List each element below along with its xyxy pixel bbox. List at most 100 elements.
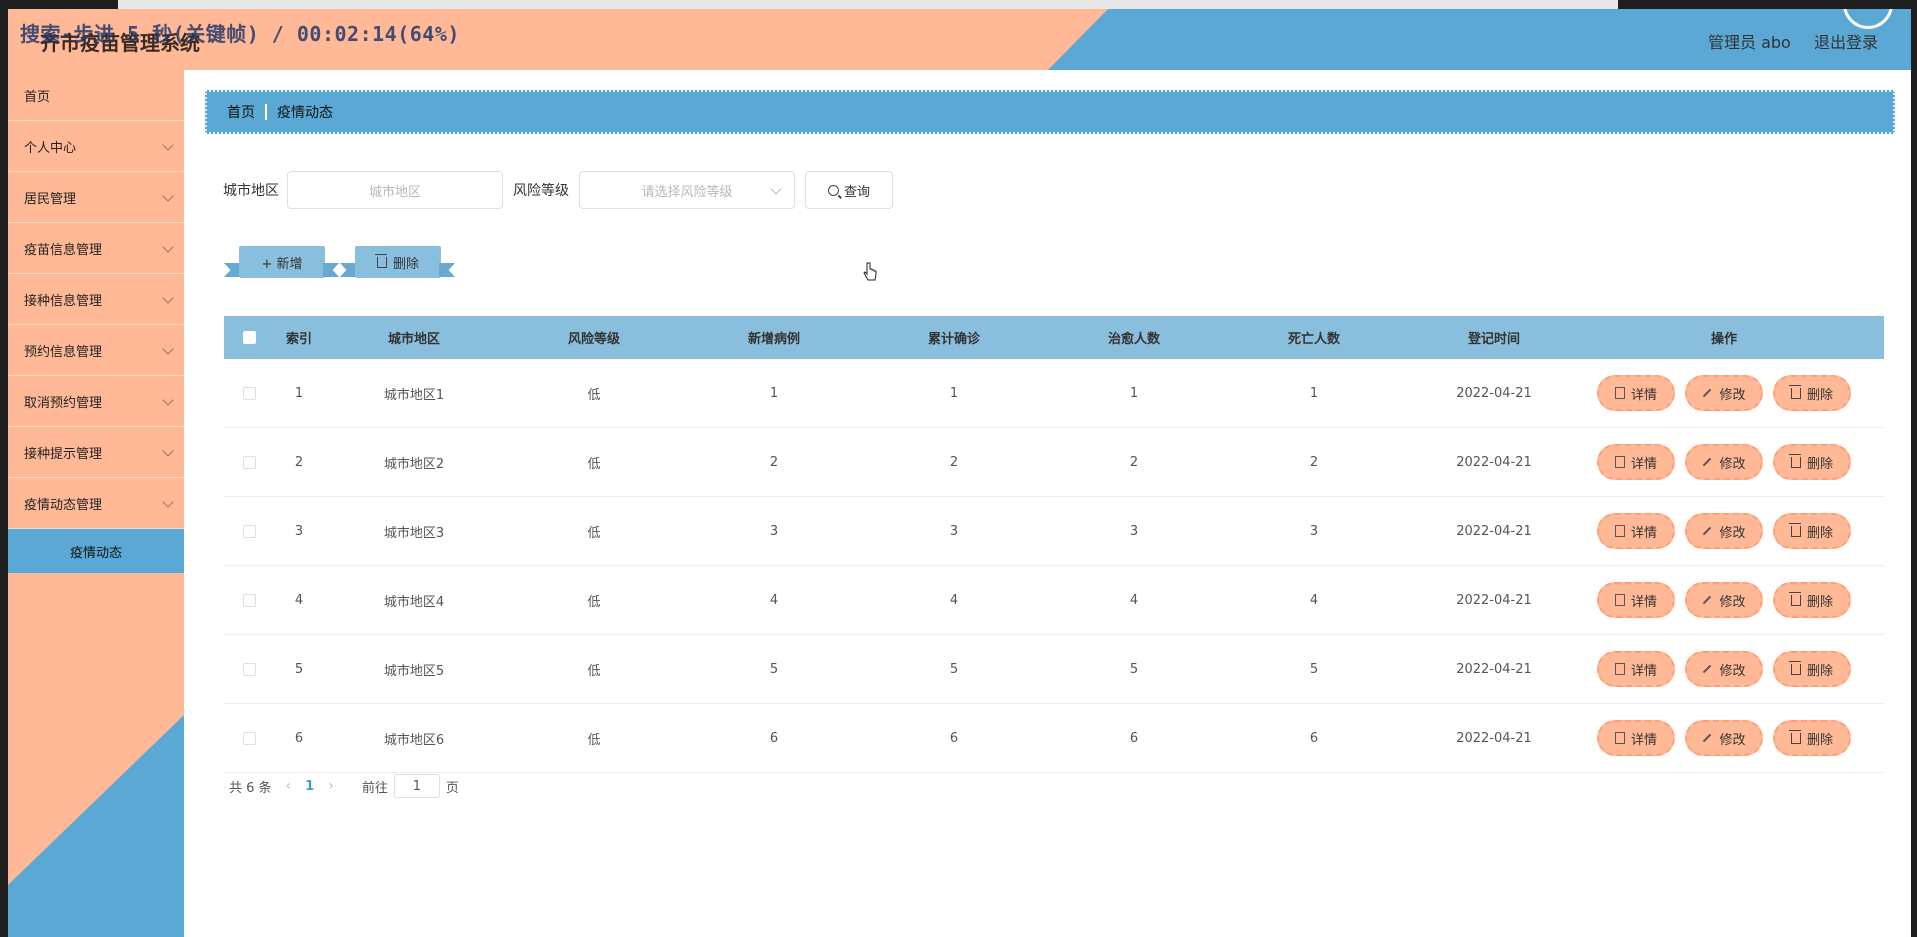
- delete-button[interactable]: 删除: [1773, 375, 1851, 411]
- edit-button[interactable]: 修改: [1685, 720, 1763, 756]
- avatar: [1843, 9, 1893, 29]
- pencil-icon: [1703, 595, 1712, 605]
- user-label: 管理员 abo: [1708, 33, 1791, 52]
- trash-icon: [1788, 453, 1801, 468]
- pencil-icon: [1703, 457, 1712, 467]
- row-checkbox[interactable]: [242, 524, 256, 538]
- table-cell: 1: [769, 385, 779, 401]
- delete-button[interactable]: 删除: [1773, 651, 1851, 687]
- sidebar-item-vaccination-reminder[interactable]: 接种提示管理: [8, 427, 184, 478]
- row-checkbox[interactable]: [242, 593, 256, 607]
- sidebar-item-residents[interactable]: 居民管理: [8, 172, 184, 223]
- sidebar-item-vaccine-info[interactable]: 疫苗信息管理: [8, 223, 184, 274]
- pencil-icon: [1703, 526, 1712, 536]
- sidebar-item-cancel-appointment[interactable]: 取消预约管理: [8, 376, 184, 427]
- table-cell: 1: [949, 385, 959, 401]
- edit-button[interactable]: 修改: [1685, 651, 1763, 687]
- table-cell: 城市地区6: [383, 732, 445, 748]
- add-button[interactable]: + 新增: [239, 246, 325, 278]
- chevron-down-icon: [162, 139, 174, 151]
- breadcrumb-home[interactable]: 首页: [227, 102, 255, 122]
- page-jump-input[interactable]: 1: [393, 774, 440, 798]
- chevron-down-icon: [162, 292, 174, 304]
- chevron-down-icon: [162, 445, 174, 457]
- page-unit-label: 页: [445, 780, 459, 796]
- detail-button[interactable]: 详情: [1597, 444, 1675, 480]
- query-button[interactable]: 查询: [805, 171, 893, 209]
- trash-icon: [1788, 522, 1801, 537]
- row-checkbox[interactable]: [242, 455, 256, 469]
- table-cell: 4: [949, 592, 959, 608]
- row-checkbox[interactable]: [242, 386, 256, 400]
- delete-button[interactable]: 删除: [1773, 513, 1851, 549]
- table-cell: 2022-04-21: [1456, 730, 1532, 746]
- detail-button[interactable]: 详情: [1597, 651, 1675, 687]
- app-header: 齐市疫苗管理系统 搜索-步进 5 秒(关键帧) / 00:02:14(64%) …: [8, 9, 1911, 70]
- delete-button[interactable]: 删除: [1773, 582, 1851, 618]
- table-cell: 6: [294, 730, 304, 746]
- table-cell: 6: [949, 730, 959, 746]
- table-cell: 1: [294, 385, 304, 401]
- page-number[interactable]: 1: [305, 779, 314, 794]
- detail-button[interactable]: 详情: [1597, 375, 1675, 411]
- total-count: 共 6 条: [229, 780, 272, 796]
- table-cell: 4: [769, 592, 779, 608]
- sidebar-item-epidemic-management[interactable]: 疫情动态管理: [8, 478, 184, 529]
- row-actions: 详情 修改 删除: [1584, 375, 1864, 411]
- next-page-icon[interactable]: ›: [328, 778, 334, 794]
- select-all-checkbox[interactable]: [242, 331, 256, 344]
- city-input[interactable]: 城市地区: [287, 171, 503, 209]
- table-cell: 3: [1129, 523, 1139, 539]
- delete-button[interactable]: 删除: [1773, 720, 1851, 756]
- table-cell: 4: [1309, 592, 1319, 608]
- sidebar-item-vaccination-info[interactable]: 接种信息管理: [8, 274, 184, 325]
- window-frame-top: [0, 0, 1917, 9]
- trash-icon: [1788, 384, 1801, 399]
- edit-button[interactable]: 修改: [1685, 375, 1763, 411]
- document-icon: [1614, 525, 1625, 537]
- detail-button[interactable]: 详情: [1597, 582, 1675, 618]
- search-icon: [827, 184, 839, 196]
- table-row: 3 城市地区3 低 3 3 3 3 2022-04-21 详情 修改 删除: [224, 497, 1884, 566]
- document-icon: [1614, 594, 1625, 606]
- table-row: 1 城市地区1 低 1 1 1 1 2022-04-21 详情 修改 删除: [224, 359, 1884, 428]
- detail-button[interactable]: 详情: [1597, 513, 1675, 549]
- sidebar-subitem-epidemic-dynamics[interactable]: 疫情动态: [8, 529, 184, 573]
- table-cell: 2022-04-21: [1456, 661, 1532, 677]
- table-cell: 1: [1309, 385, 1319, 401]
- table-cell: 2022-04-21: [1456, 385, 1532, 401]
- data-table: 索引 城市地区 风险等级 新增病例 累计确诊 治愈人数 死亡人数 登记时间 操作…: [224, 316, 1884, 773]
- batch-delete-button[interactable]: 删除: [355, 246, 441, 278]
- sidebar-item-appointment-info[interactable]: 预约信息管理: [8, 325, 184, 376]
- window-frame-right: [1911, 0, 1917, 937]
- trash-icon: [1788, 660, 1801, 675]
- table-cell: 2: [949, 454, 959, 470]
- row-checkbox[interactable]: [242, 731, 256, 745]
- table-cell: 5: [1309, 661, 1319, 677]
- risk-select[interactable]: 请选择风险等级: [579, 171, 795, 209]
- delete-button[interactable]: 删除: [1773, 444, 1851, 480]
- trash-icon: [1788, 591, 1801, 606]
- prev-page-icon[interactable]: ‹: [286, 778, 292, 794]
- document-icon: [1614, 456, 1625, 468]
- table-row: 2 城市地区2 低 2 2 2 2 2022-04-21 详情 修改 删除: [224, 428, 1884, 497]
- row-actions: 详情 修改 删除: [1584, 720, 1864, 756]
- table-cell: 低: [587, 525, 601, 541]
- sidebar-item-home[interactable]: 首页: [8, 70, 184, 121]
- edit-button[interactable]: 修改: [1685, 513, 1763, 549]
- edit-button[interactable]: 修改: [1685, 444, 1763, 480]
- row-actions: 详情 修改 删除: [1584, 582, 1864, 618]
- logout-button[interactable]: 退出登录: [1814, 29, 1878, 53]
- sidebar-item-profile[interactable]: 个人中心: [8, 121, 184, 172]
- chevron-down-icon: [162, 190, 174, 202]
- table-cell: 2: [294, 454, 304, 470]
- chevron-down-icon: [162, 241, 174, 253]
- breadcrumb: 首页 疫情动态: [205, 90, 1895, 134]
- detail-button[interactable]: 详情: [1597, 720, 1675, 756]
- row-checkbox[interactable]: [242, 662, 256, 676]
- chevron-down-icon: [162, 343, 174, 355]
- edit-button[interactable]: 修改: [1685, 582, 1763, 618]
- table-cell: 6: [1309, 730, 1319, 746]
- table-cell: 4: [1129, 592, 1139, 608]
- pencil-icon: [1703, 388, 1712, 398]
